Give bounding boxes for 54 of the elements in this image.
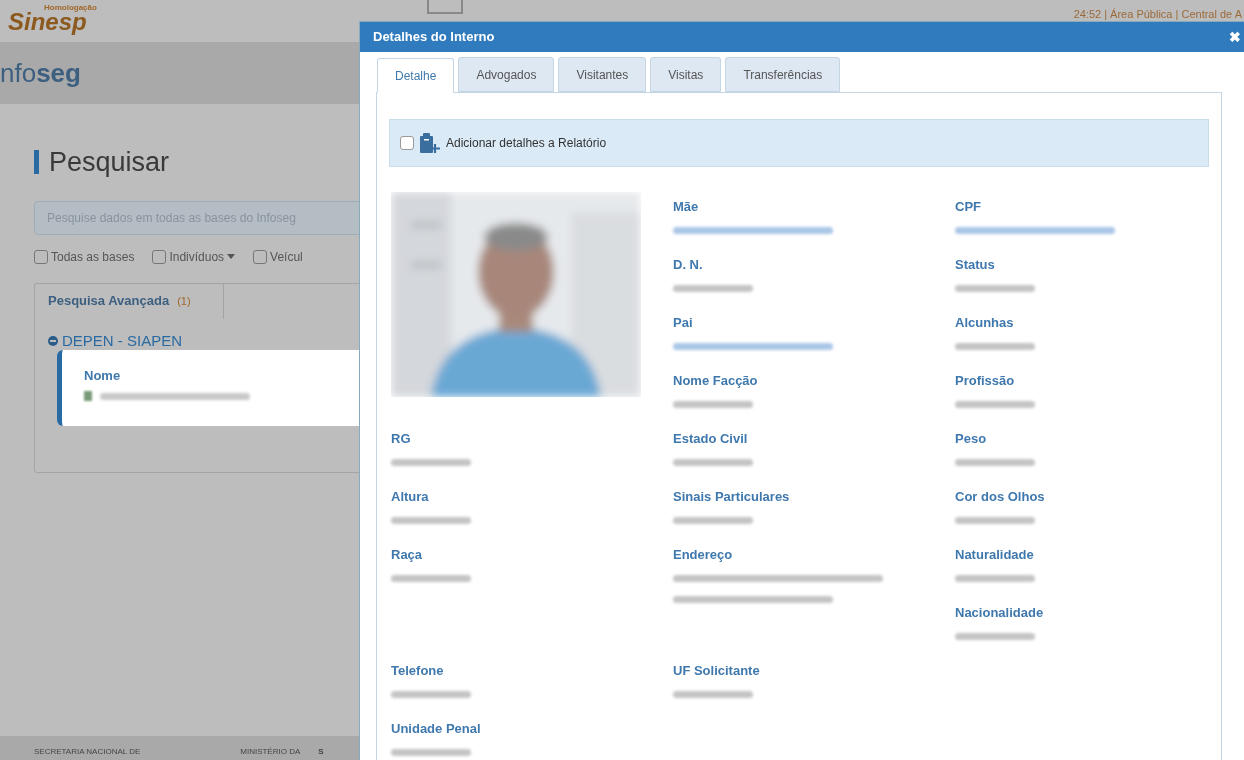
logo-subtitle: Homologação	[44, 4, 97, 12]
checkbox[interactable]	[400, 136, 414, 150]
clipboard-plus-icon	[419, 132, 441, 154]
field-label: Unidade Penal	[391, 720, 481, 738]
heading-bar	[34, 150, 39, 175]
field-label: UF Solicitante	[673, 662, 760, 680]
field-label: Profissão	[955, 372, 1015, 390]
tab[interactable]: Visitantes	[558, 57, 647, 92]
checkbox[interactable]	[152, 249, 167, 264]
field-label: Peso	[955, 430, 987, 448]
filter-label[interactable]: Veícul	[270, 247, 303, 266]
logo: Sinesp	[8, 10, 87, 34]
field-label: Naturalidade	[955, 546, 1034, 564]
field-label: Status	[955, 256, 995, 274]
group-title[interactable]: DEPEN - SIAPEN	[62, 329, 183, 352]
field-label: CPF	[955, 198, 981, 216]
advanced-search-tab[interactable]: Pesquisa Avançada (1)	[34, 282, 224, 319]
field-label: D. N.	[673, 256, 703, 274]
field-label: Cor dos Olhos	[955, 488, 1045, 506]
field-label: Nome Facção	[673, 372, 758, 390]
field-label: Nome	[84, 366, 121, 385]
close-button[interactable]: ✖	[1229, 26, 1241, 48]
field-label: Telefone	[391, 662, 444, 680]
field-label: Alcunhas	[955, 314, 1014, 332]
tab[interactable]: Advogados	[458, 57, 555, 92]
tab[interactable]: Transferências	[725, 57, 841, 92]
dialog-title: Detalhes do Interno	[373, 28, 495, 47]
tab[interactable]: Detalhe	[377, 58, 455, 93]
page-heading: Pesquisar	[49, 146, 170, 179]
filter-label[interactable]: Todas as bases	[51, 247, 135, 266]
collapse-icon[interactable]	[48, 335, 58, 346]
session-info: 24:52 | Área Pública | Central de A	[1073, 7, 1242, 22]
field-label: Pai	[673, 314, 693, 332]
field-label: Altura	[391, 488, 429, 506]
brand-title: nfoseg	[0, 56, 81, 90]
avatar-icon	[84, 391, 92, 401]
checkbox[interactable]	[253, 249, 268, 264]
field-label: Endereço	[673, 546, 733, 564]
report-label[interactable]: Adicionar detalhes a Relatório	[446, 134, 607, 152]
caret-icon	[227, 254, 236, 259]
field-label: RG	[391, 430, 411, 448]
tab[interactable]: Visitas	[650, 57, 722, 92]
field-label: Estado Civil	[673, 430, 748, 448]
checkbox[interactable]	[34, 249, 48, 264]
footer-text: S	[318, 746, 324, 758]
footer-text: SECRETARIA NACIONAL DE	[34, 746, 141, 758]
field-label: Mãe	[673, 198, 699, 216]
field-label: Sinais Particulares	[673, 488, 790, 506]
tab-label: Pesquisa Avançada	[48, 292, 170, 311]
result-count: (1)	[177, 293, 191, 309]
footer-text: MINISTÉRIO DA	[240, 746, 301, 758]
filter-label[interactable]: Indivíduos	[169, 247, 225, 266]
field-label: Raça	[391, 546, 423, 564]
field-label: Nacionalidade	[955, 604, 1044, 622]
